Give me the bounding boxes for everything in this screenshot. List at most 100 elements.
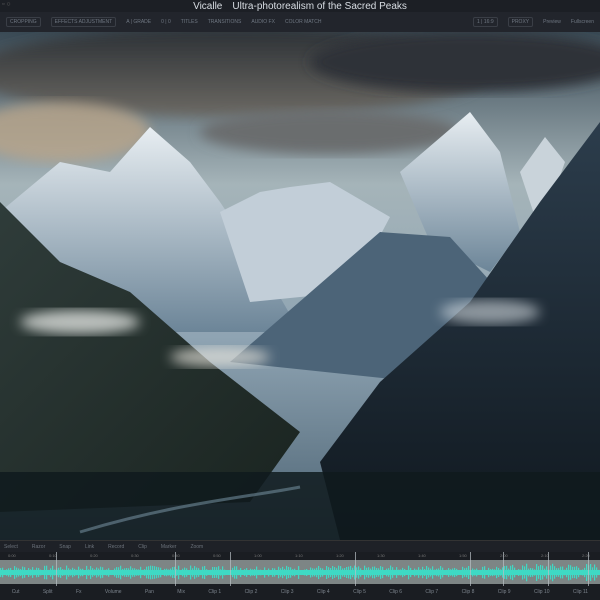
- clip-label[interactable]: Clip 3: [281, 589, 294, 595]
- timeline-marker[interactable]: [175, 552, 176, 586]
- fullscreen-button[interactable]: Fullscreen: [571, 19, 594, 25]
- waveform-bar: [94, 569, 96, 576]
- waveform-bar: [534, 569, 536, 576]
- toolbar-button[interactable]: AUDIO FX: [251, 19, 275, 25]
- waveform-bar: [306, 568, 308, 577]
- waveform-bar: [404, 568, 406, 577]
- record-tool[interactable]: Record: [108, 544, 124, 550]
- clip-labels-bar: Cut Split Fx Volume Pan Mix Clip 1 Clip 2 Clip 3…: [0, 584, 600, 600]
- waveform-bar: [10, 567, 12, 578]
- waveform-bar: [136, 569, 138, 576]
- clip-label[interactable]: Clip 1: [208, 589, 221, 595]
- waveform-bar: [576, 566, 578, 579]
- waveform-bar: [142, 569, 144, 576]
- timeline-marker[interactable]: [588, 552, 589, 586]
- waveform-bar: [324, 569, 326, 576]
- select-tool[interactable]: Select: [4, 544, 18, 550]
- waveform-bar: [18, 568, 20, 577]
- timeline-marker[interactable]: [355, 552, 356, 586]
- toolbar-button[interactable]: A | GRADE: [126, 19, 151, 25]
- clip-label[interactable]: Clip 7: [425, 589, 438, 595]
- waveform-bar: [60, 567, 62, 578]
- timeline-marker[interactable]: [503, 552, 504, 586]
- timeline-marker[interactable]: [56, 552, 57, 586]
- clip-label[interactable]: Volume: [105, 589, 122, 595]
- waveform-bar: [208, 570, 210, 575]
- waveform-bar: [484, 566, 486, 579]
- waveform-bar: [384, 570, 386, 575]
- toolbar-button[interactable]: 0 | 0: [161, 19, 171, 25]
- clip-label[interactable]: Clip 5: [353, 589, 366, 595]
- ruler-tick-label: 0:30: [131, 553, 139, 558]
- waveform-bar: [412, 570, 414, 575]
- timeline-marker[interactable]: [470, 552, 471, 586]
- clip-label[interactable]: Clip 10: [534, 589, 550, 595]
- waveform-bar: [388, 568, 390, 577]
- waveform-bar: [402, 567, 404, 578]
- waveform-bar: [430, 568, 432, 577]
- toolbar-button[interactable]: TITLES: [181, 19, 198, 25]
- waveform-bar: [116, 567, 118, 578]
- waveform-bar: [368, 567, 370, 578]
- clip-label[interactable]: Clip 8: [462, 589, 475, 595]
- clip-tool[interactable]: Clip: [138, 544, 147, 550]
- waveform-bar: [570, 565, 572, 580]
- waveform-bar: [572, 566, 574, 579]
- toolbar-button[interactable]: COLOR MATCH: [285, 19, 322, 25]
- clip-label[interactable]: Clip 6: [389, 589, 402, 595]
- clip-label[interactable]: Clip 11: [573, 589, 588, 595]
- waveform-bar: [244, 569, 246, 576]
- ruler-tick-label: 1:10: [295, 553, 303, 558]
- waveform-bar: [428, 567, 430, 578]
- waveform-bar: [568, 564, 570, 581]
- audio-track[interactable]: [0, 560, 600, 584]
- waveform-bar: [34, 569, 36, 576]
- toolbar-button[interactable]: EFFECTS ADJUSTMENT: [50, 17, 117, 27]
- waveform-bar: [444, 570, 446, 575]
- waveform-bar: [476, 568, 478, 577]
- clip-label[interactable]: Fx: [76, 589, 82, 595]
- clip-label[interactable]: Clip 9: [498, 589, 511, 595]
- clip-label[interactable]: Split: [43, 589, 53, 595]
- waveform-bar: [154, 566, 156, 579]
- waveform-bar: [264, 567, 266, 578]
- link-tool[interactable]: Link: [85, 544, 94, 550]
- waveform-bar: [170, 568, 172, 577]
- waveform-bar: [66, 565, 68, 580]
- preview-button[interactable]: Preview: [543, 19, 561, 25]
- waveform-bar: [256, 566, 258, 579]
- waveform-bar: [440, 566, 442, 579]
- clip-label[interactable]: Mix: [177, 589, 185, 595]
- proxy-button[interactable]: PROXY: [507, 17, 534, 27]
- timeline-ruler[interactable]: 0:000:100:200:300:400:501:001:101:201:30…: [0, 552, 600, 560]
- clip-label[interactable]: Pan: [145, 589, 154, 595]
- zoom-tool[interactable]: Zoom: [190, 544, 203, 550]
- clip-label[interactable]: Cut: [12, 589, 20, 595]
- waveform-bar: [400, 569, 402, 576]
- waveform-bar: [242, 570, 244, 575]
- waveform-bar: [356, 567, 358, 578]
- waveform-bar: [164, 568, 166, 577]
- waveform-bar: [334, 567, 336, 578]
- snap-tool[interactable]: Snap: [59, 544, 71, 550]
- timeline-marker[interactable]: [230, 552, 231, 586]
- timeline-marker[interactable]: [548, 552, 549, 586]
- waveform-bar: [46, 565, 48, 580]
- waveform-bar: [464, 568, 466, 577]
- aspect-ratio-button[interactable]: 1 | 16:9: [473, 17, 498, 27]
- waveform-bar: [24, 567, 26, 578]
- waveform-bar: [120, 565, 122, 580]
- marker-tool[interactable]: Marker: [161, 544, 177, 550]
- waveform-bar: [4, 569, 6, 576]
- clip-label[interactable]: Clip 2: [245, 589, 258, 595]
- toolbar-button[interactable]: CROPPING: [6, 17, 41, 27]
- waveform-bar: [226, 570, 228, 575]
- waveform-bar: [538, 566, 540, 579]
- video-preview[interactable]: [0, 32, 600, 540]
- window-controls-icon[interactable]: ▫ ○: [2, 1, 11, 8]
- toolbar-button[interactable]: TRANSITIONS: [208, 19, 242, 25]
- razor-tool[interactable]: Razor: [32, 544, 45, 550]
- clip-label[interactable]: Clip 4: [317, 589, 330, 595]
- waveform-bar: [456, 568, 458, 577]
- waveform-bar: [68, 568, 70, 577]
